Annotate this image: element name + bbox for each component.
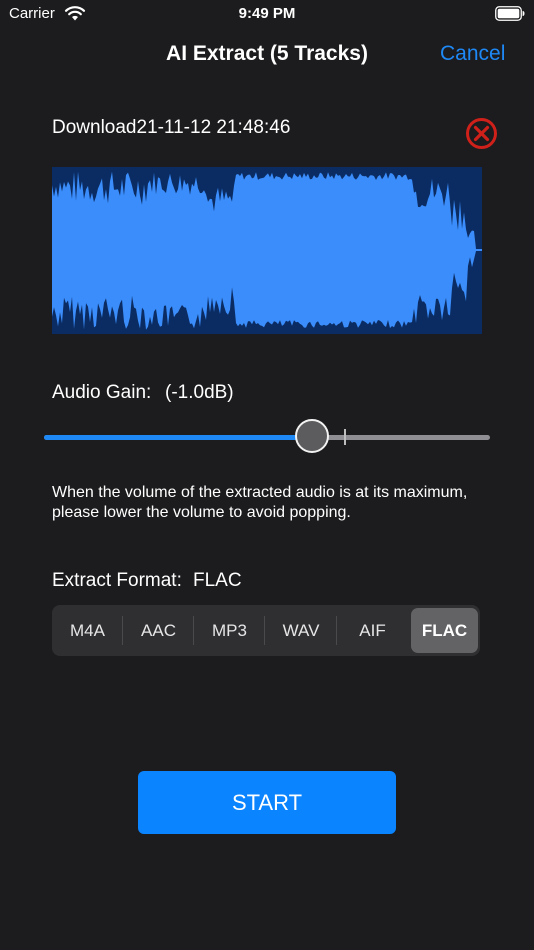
format-option-mp3[interactable]: MP3	[194, 605, 265, 656]
audio-gain-value: (-1.0dB)	[165, 382, 234, 403]
format-segmented-control[interactable]: M4A AAC MP3 WAV AIF FLAC	[52, 605, 480, 656]
start-button[interactable]: START	[138, 771, 396, 834]
waveform-shape	[52, 171, 482, 330]
extract-format-value: FLAC	[193, 570, 242, 591]
slider-zero-tick	[344, 429, 346, 445]
audio-waveform	[52, 167, 482, 334]
cancel-button[interactable]: Cancel	[440, 42, 505, 66]
file-name: Download21-11-12 21:48:46	[52, 117, 291, 138]
format-option-aac[interactable]: AAC	[123, 605, 194, 656]
slider-track-fill	[44, 435, 312, 440]
clock: 9:49 PM	[238, 5, 296, 22]
audio-gain-slider[interactable]	[44, 418, 490, 458]
format-option-aif[interactable]: AIF	[337, 605, 408, 656]
format-option-wav[interactable]: WAV	[265, 605, 337, 656]
extract-format-label: Extract Format:	[52, 570, 182, 591]
audio-gain-label: Audio Gain:	[52, 382, 152, 403]
battery-icon	[495, 6, 525, 21]
slider-thumb[interactable]	[295, 419, 329, 453]
format-option-flac[interactable]: FLAC	[411, 608, 478, 653]
volume-hint-text: When the volume of the extracted audio i…	[52, 484, 468, 521]
remove-file-icon[interactable]	[465, 117, 498, 150]
format-option-m4a[interactable]: M4A	[52, 605, 123, 656]
